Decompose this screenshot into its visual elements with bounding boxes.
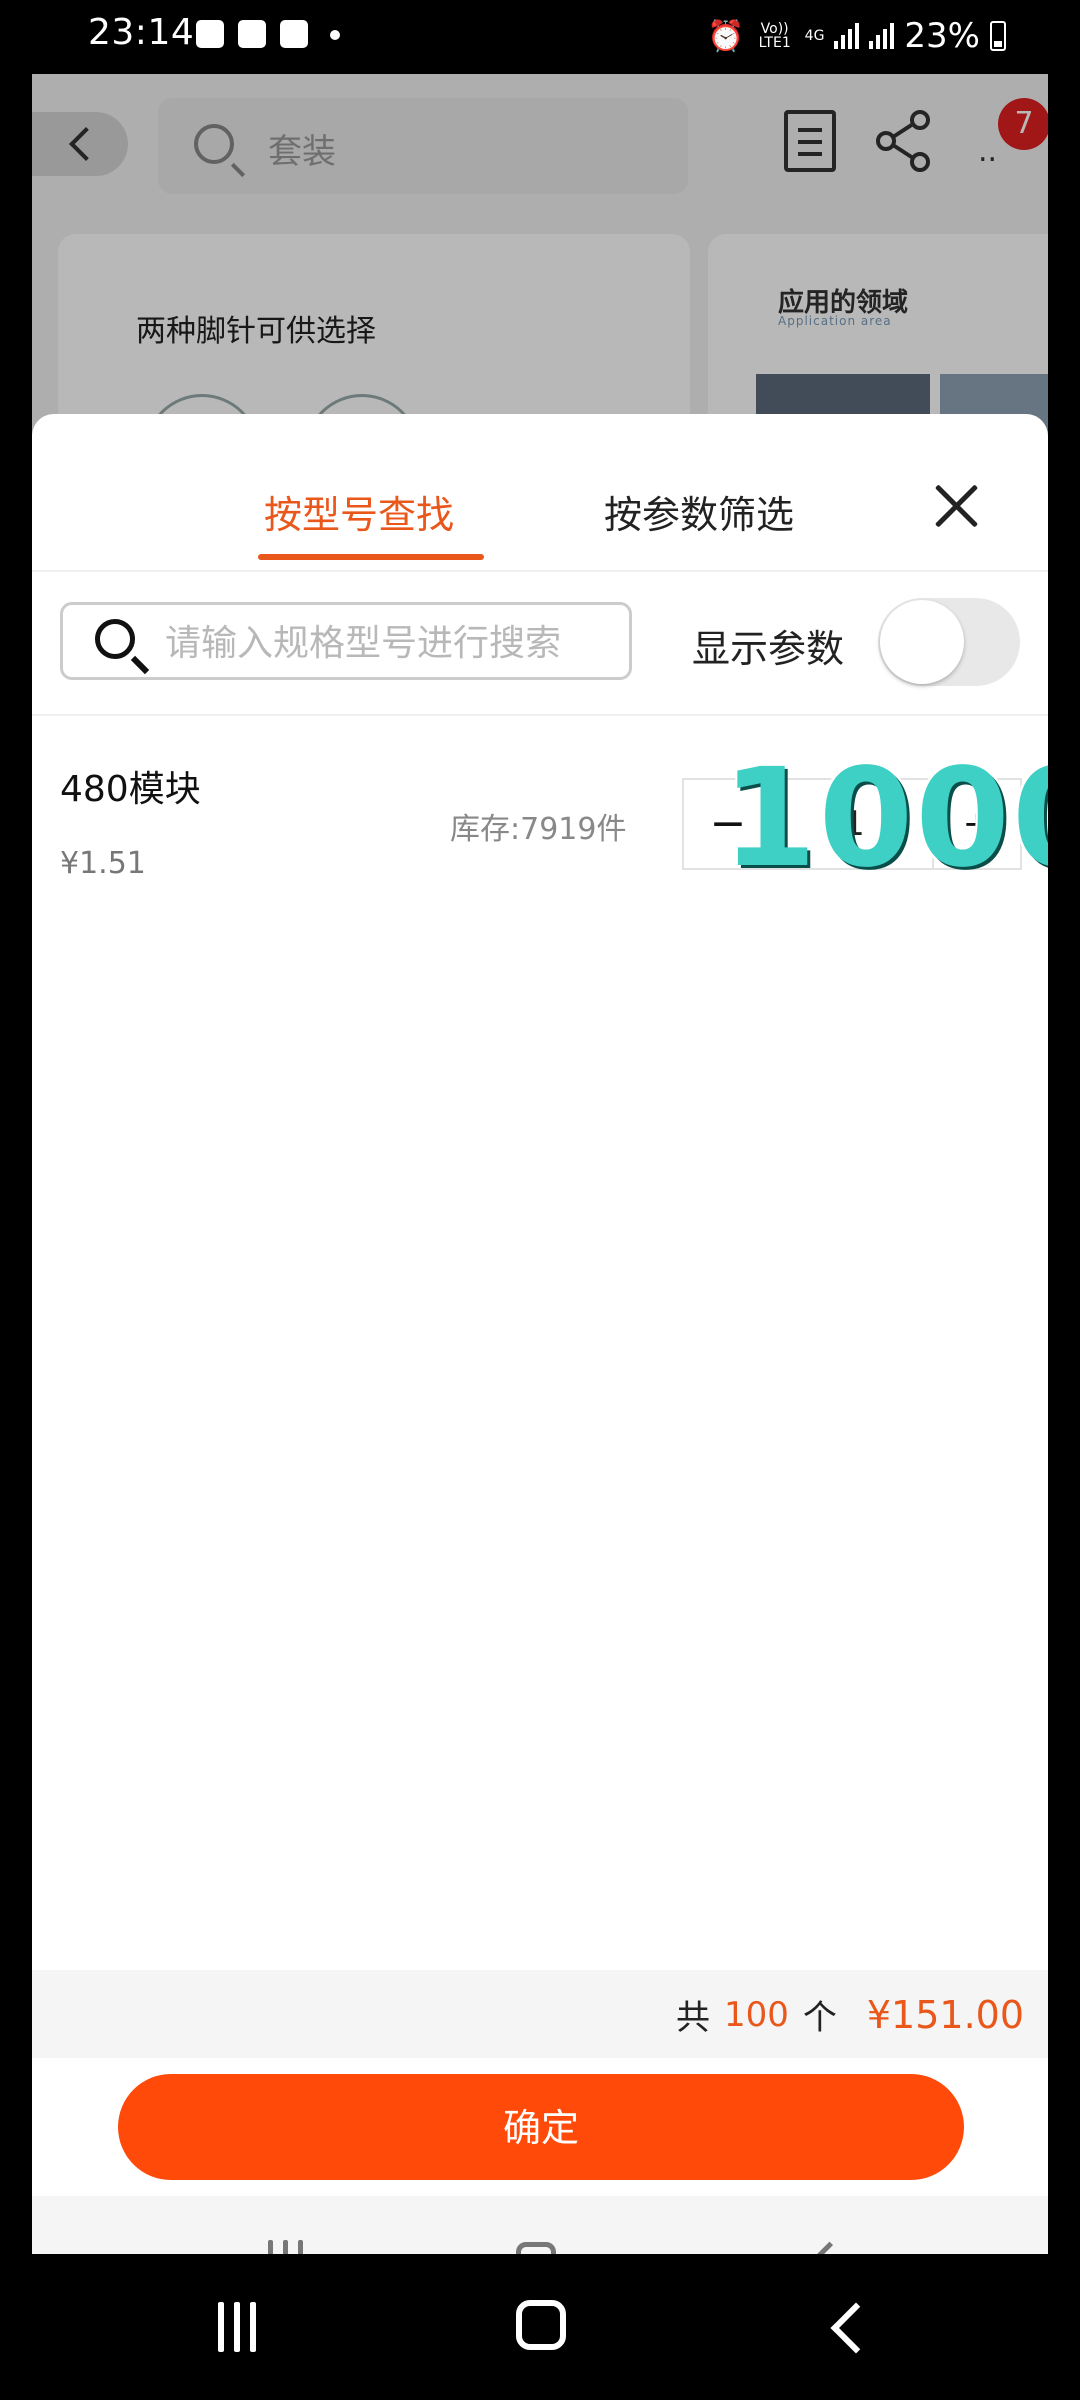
- show-params-toggle[interactable]: [878, 598, 1020, 686]
- battery-icon: [990, 21, 1006, 51]
- more-notifications-dot: [330, 30, 340, 40]
- modal-backdrop[interactable]: [32, 74, 1048, 434]
- alarm-icon: ⏰: [707, 18, 745, 54]
- tiktok-icon: [280, 20, 308, 48]
- tab-by-params[interactable]: 按参数筛选: [604, 484, 794, 539]
- recent-apps-icon[interactable]: [218, 2302, 256, 2352]
- recent-apps-icon[interactable]: [268, 2240, 303, 2254]
- model-select-sheet: 按型号查找 按参数筛选 显示参数 480模块 ¥1.51 库存:7919件 − …: [32, 414, 1048, 2254]
- volte-indicator: Vo)) LTE1: [758, 21, 791, 51]
- divider: [32, 570, 1048, 572]
- item-price: ¥1.51: [60, 846, 146, 881]
- divider: [32, 714, 1048, 716]
- back-icon[interactable]: [830, 2302, 882, 2354]
- status-time: 23:14: [88, 12, 195, 53]
- app-window: 套装 .. 7 两种脚针可供选择 应用的领域 Application area …: [32, 74, 1048, 2254]
- active-tab-indicator: [258, 554, 484, 560]
- total-count: 100: [723, 1994, 789, 2035]
- confirm-button[interactable]: 确定: [118, 2074, 964, 2180]
- close-icon[interactable]: [932, 482, 980, 530]
- notification-icons: [196, 20, 340, 48]
- system-icons: ⏰ Vo)) LTE1 4G 23%: [707, 16, 1006, 56]
- show-params-label: 显示参数: [692, 627, 845, 671]
- total-prefix: 共: [675, 1998, 710, 2038]
- total-bar: 共 100 个 ¥151.00: [32, 1970, 1048, 2058]
- in-app-nav-bar: [32, 2196, 1048, 2254]
- total-unit: 个: [802, 1998, 837, 2038]
- battery-percent: 23%: [904, 16, 980, 56]
- gallery-icon: [196, 20, 224, 48]
- tab-by-model[interactable]: 按型号查找: [264, 484, 454, 539]
- total-summary: 共 100 个 ¥151.00: [676, 1990, 1024, 2039]
- model-search-input[interactable]: [163, 617, 607, 669]
- signal-icon: [834, 23, 860, 49]
- network-type: 4G: [804, 28, 825, 44]
- home-icon[interactable]: [516, 2242, 556, 2254]
- toggle-knob: [880, 600, 964, 684]
- item-name: 480模块: [60, 769, 201, 810]
- item-stock: 库存:7919件: [450, 812, 627, 847]
- quantity-overlay-text: 1000: [722, 740, 1048, 898]
- model-search-field[interactable]: [60, 602, 632, 680]
- back-icon[interactable]: [807, 2241, 852, 2254]
- status-bar: 23:14 ⏰ Vo)) LTE1 4G 23%: [0, 0, 1080, 74]
- tiktok-icon: [238, 20, 266, 48]
- total-amount: ¥151.00: [866, 1992, 1024, 2037]
- home-icon[interactable]: [516, 2300, 566, 2350]
- system-nav-bar: [0, 2254, 1080, 2400]
- signal-icon: [869, 23, 895, 49]
- search-icon: [95, 619, 135, 659]
